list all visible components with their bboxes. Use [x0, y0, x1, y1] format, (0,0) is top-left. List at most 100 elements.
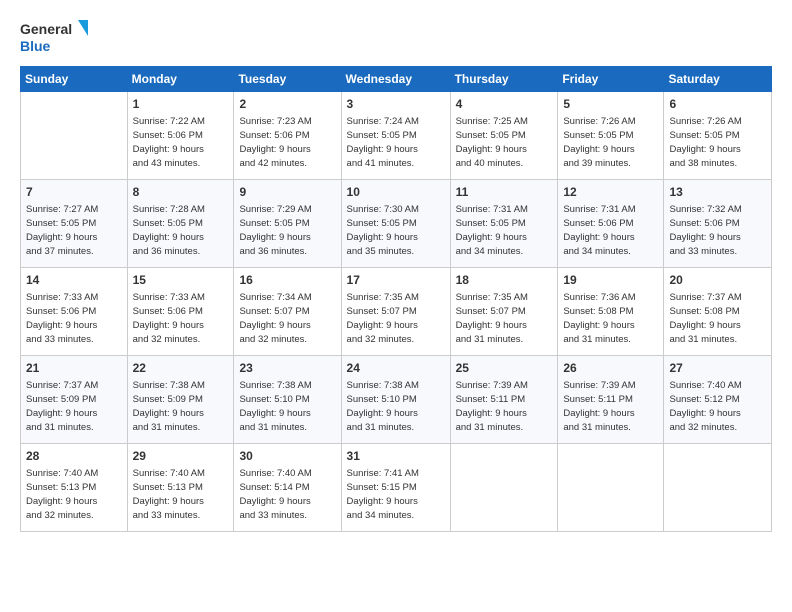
day-info: Sunrise: 7:33 AM Sunset: 5:06 PM Dayligh… [26, 292, 98, 345]
col-header-sunday: Sunday [21, 67, 128, 92]
svg-text:General: General [20, 21, 72, 37]
day-cell: 24 Sunrise: 7:38 AM Sunset: 5:10 PM Dayli… [341, 356, 450, 444]
day-info: Sunrise: 7:38 AM Sunset: 5:10 PM Dayligh… [239, 380, 311, 433]
day-cell: 28Sunrise: 7:40 AM Sunset: 5:13 PM Dayli… [21, 444, 128, 532]
day-number: 24 [347, 360, 445, 377]
day-info: Sunrise: 7:26 AM Sunset: 5:05 PM Dayligh… [669, 116, 741, 169]
day-number: 8 [133, 184, 229, 201]
day-cell: 27 Sunrise: 7:40 AM Sunset: 5:12 PM Dayli… [664, 356, 772, 444]
day-number: 19 [563, 272, 658, 289]
day-cell: 2 Sunrise: 7:23 AM Sunset: 5:06 PM Daylig… [234, 92, 341, 180]
day-cell: 12 Sunrise: 7:31 AM Sunset: 5:06 PM Dayli… [558, 180, 664, 268]
week-row-5: 28Sunrise: 7:40 AM Sunset: 5:13 PM Dayli… [21, 444, 772, 532]
day-number: 30 [239, 448, 335, 465]
day-cell: 3 Sunrise: 7:24 AM Sunset: 5:05 PM Daylig… [341, 92, 450, 180]
day-info: Sunrise: 7:38 AM Sunset: 5:09 PM Dayligh… [133, 380, 205, 433]
day-cell: 1Sunrise: 7:22 AM Sunset: 5:06 PM Daylig… [127, 92, 234, 180]
day-number: 29 [133, 448, 229, 465]
day-info: Sunrise: 7:40 AM Sunset: 5:14 PM Dayligh… [239, 468, 311, 521]
day-cell: 22Sunrise: 7:38 AM Sunset: 5:09 PM Dayli… [127, 356, 234, 444]
header-row: SundayMondayTuesdayWednesdayThursdayFrid… [21, 67, 772, 92]
calendar-body: 1Sunrise: 7:22 AM Sunset: 5:06 PM Daylig… [21, 92, 772, 532]
day-cell: 13 Sunrise: 7:32 AM Sunset: 5:06 PM Dayli… [664, 180, 772, 268]
day-cell [558, 444, 664, 532]
day-number: 6 [669, 96, 766, 113]
col-header-saturday: Saturday [664, 67, 772, 92]
week-row-3: 14 Sunrise: 7:33 AM Sunset: 5:06 PM Dayli… [21, 268, 772, 356]
day-number: 27 [669, 360, 766, 377]
day-cell: 5 Sunrise: 7:26 AM Sunset: 5:05 PM Daylig… [558, 92, 664, 180]
day-info: Sunrise: 7:23 AM Sunset: 5:06 PM Dayligh… [239, 116, 311, 169]
day-number: 9 [239, 184, 335, 201]
day-cell: 9 Sunrise: 7:29 AM Sunset: 5:05 PM Daylig… [234, 180, 341, 268]
day-info: Sunrise: 7:40 AM Sunset: 5:13 PM Dayligh… [133, 468, 205, 521]
day-cell: 7 Sunrise: 7:27 AM Sunset: 5:05 PM Daylig… [21, 180, 128, 268]
day-info: Sunrise: 7:33 AM Sunset: 5:06 PM Dayligh… [133, 292, 205, 345]
day-number: 23 [239, 360, 335, 377]
col-header-monday: Monday [127, 67, 234, 92]
day-number: 17 [347, 272, 445, 289]
col-header-tuesday: Tuesday [234, 67, 341, 92]
day-number: 25 [456, 360, 553, 377]
day-cell [21, 92, 128, 180]
logo: GeneralBlue [20, 18, 90, 56]
day-number: 14 [26, 272, 122, 289]
page: GeneralBlue SundayMondayTuesdayWednesday… [0, 0, 792, 612]
day-info: Sunrise: 7:36 AM Sunset: 5:08 PM Dayligh… [563, 292, 635, 345]
day-info: Sunrise: 7:40 AM Sunset: 5:12 PM Dayligh… [669, 380, 741, 433]
day-number: 11 [456, 184, 553, 201]
week-row-2: 7 Sunrise: 7:27 AM Sunset: 5:05 PM Daylig… [21, 180, 772, 268]
day-cell [664, 444, 772, 532]
day-info: Sunrise: 7:40 AM Sunset: 5:13 PM Dayligh… [26, 468, 98, 521]
day-cell: 17 Sunrise: 7:35 AM Sunset: 5:07 PM Dayli… [341, 268, 450, 356]
day-number: 26 [563, 360, 658, 377]
day-info: Sunrise: 7:29 AM Sunset: 5:05 PM Dayligh… [239, 204, 311, 257]
header: GeneralBlue [20, 18, 772, 56]
calendar-table: SundayMondayTuesdayWednesdayThursdayFrid… [20, 66, 772, 532]
week-row-4: 21Sunrise: 7:37 AM Sunset: 5:09 PM Dayli… [21, 356, 772, 444]
day-cell: 15Sunrise: 7:33 AM Sunset: 5:06 PM Dayli… [127, 268, 234, 356]
day-cell: 8 Sunrise: 7:28 AM Sunset: 5:05 PM Daylig… [127, 180, 234, 268]
day-cell: 18Sunrise: 7:35 AM Sunset: 5:07 PM Dayli… [450, 268, 558, 356]
day-cell: 25Sunrise: 7:39 AM Sunset: 5:11 PM Dayli… [450, 356, 558, 444]
day-number: 7 [26, 184, 122, 201]
day-number: 2 [239, 96, 335, 113]
day-number: 3 [347, 96, 445, 113]
day-info: Sunrise: 7:31 AM Sunset: 5:06 PM Dayligh… [563, 204, 635, 257]
day-number: 13 [669, 184, 766, 201]
day-info: Sunrise: 7:37 AM Sunset: 5:08 PM Dayligh… [669, 292, 741, 345]
day-cell: 11 Sunrise: 7:31 AM Sunset: 5:05 PM Dayli… [450, 180, 558, 268]
day-cell: 31Sunrise: 7:41 AM Sunset: 5:15 PM Dayli… [341, 444, 450, 532]
day-number: 1 [133, 96, 229, 113]
svg-text:Blue: Blue [20, 38, 51, 54]
day-number: 5 [563, 96, 658, 113]
day-cell: 16Sunrise: 7:34 AM Sunset: 5:07 PM Dayli… [234, 268, 341, 356]
col-header-thursday: Thursday [450, 67, 558, 92]
day-cell: 19 Sunrise: 7:36 AM Sunset: 5:08 PM Dayli… [558, 268, 664, 356]
calendar-header: SundayMondayTuesdayWednesdayThursdayFrid… [21, 67, 772, 92]
day-info: Sunrise: 7:31 AM Sunset: 5:05 PM Dayligh… [456, 204, 528, 257]
day-number: 18 [456, 272, 553, 289]
day-cell [450, 444, 558, 532]
week-row-1: 1Sunrise: 7:22 AM Sunset: 5:06 PM Daylig… [21, 92, 772, 180]
day-number: 21 [26, 360, 122, 377]
day-cell: 14 Sunrise: 7:33 AM Sunset: 5:06 PM Dayli… [21, 268, 128, 356]
day-cell: 10 Sunrise: 7:30 AM Sunset: 5:05 PM Dayli… [341, 180, 450, 268]
day-number: 10 [347, 184, 445, 201]
day-info: Sunrise: 7:39 AM Sunset: 5:11 PM Dayligh… [563, 380, 635, 433]
day-info: Sunrise: 7:32 AM Sunset: 5:06 PM Dayligh… [669, 204, 741, 257]
day-cell: 4Sunrise: 7:25 AM Sunset: 5:05 PM Daylig… [450, 92, 558, 180]
day-cell: 29 Sunrise: 7:40 AM Sunset: 5:13 PM Dayli… [127, 444, 234, 532]
day-info: Sunrise: 7:38 AM Sunset: 5:10 PM Dayligh… [347, 380, 419, 433]
day-cell: 21Sunrise: 7:37 AM Sunset: 5:09 PM Dayli… [21, 356, 128, 444]
day-cell: 6 Sunrise: 7:26 AM Sunset: 5:05 PM Daylig… [664, 92, 772, 180]
day-number: 12 [563, 184, 658, 201]
day-info: Sunrise: 7:28 AM Sunset: 5:05 PM Dayligh… [133, 204, 205, 257]
day-info: Sunrise: 7:30 AM Sunset: 5:05 PM Dayligh… [347, 204, 419, 257]
day-info: Sunrise: 7:25 AM Sunset: 5:05 PM Dayligh… [456, 116, 528, 169]
logo-svg: GeneralBlue [20, 18, 90, 56]
day-info: Sunrise: 7:35 AM Sunset: 5:07 PM Dayligh… [347, 292, 419, 345]
day-info: Sunrise: 7:24 AM Sunset: 5:05 PM Dayligh… [347, 116, 419, 169]
day-info: Sunrise: 7:26 AM Sunset: 5:05 PM Dayligh… [563, 116, 635, 169]
day-info: Sunrise: 7:27 AM Sunset: 5:05 PM Dayligh… [26, 204, 98, 257]
